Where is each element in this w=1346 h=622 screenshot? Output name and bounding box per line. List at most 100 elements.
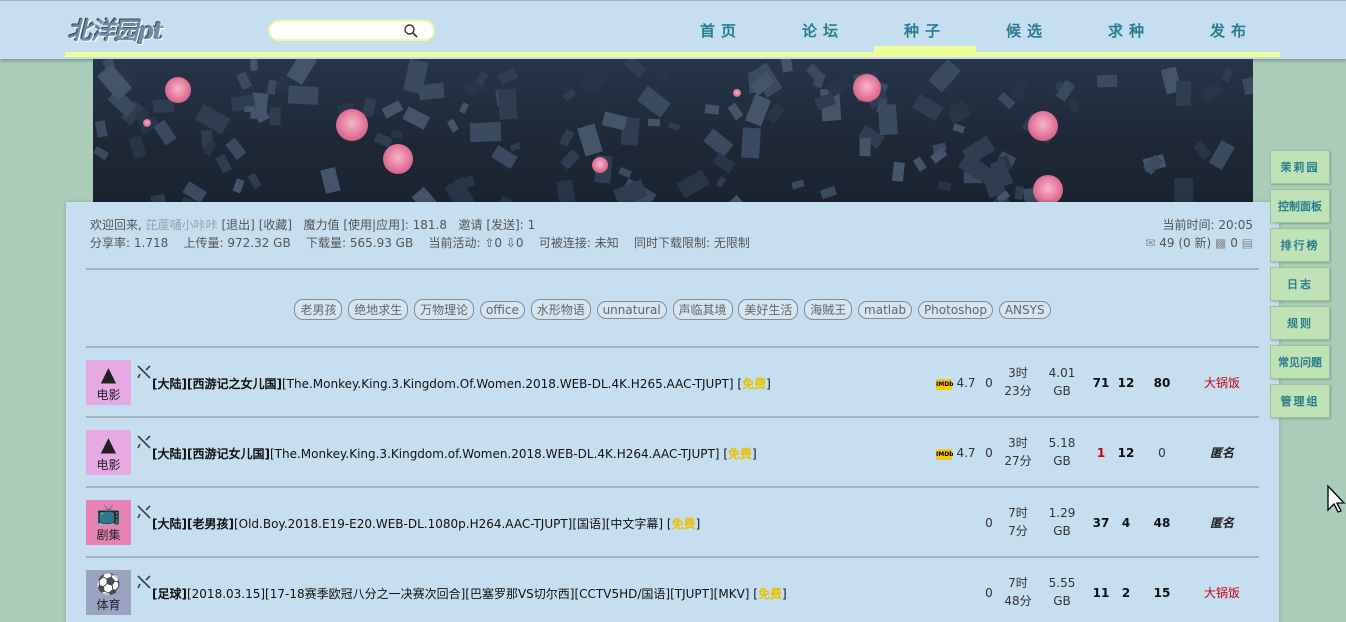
tag[interactable]: ANSYS	[998, 301, 1051, 319]
uploader-name[interactable]: 大锅饭	[1192, 374, 1252, 392]
download-icon[interactable]	[136, 364, 152, 380]
nav-candidates[interactable]: 候选	[976, 21, 1078, 41]
imdb-icon[interactable]: IMDb	[936, 379, 953, 390]
torrent-title[interactable]: [足球][2018.03.15][17-18赛季欧冠八分之一决赛次回合][巴塞罗…	[152, 585, 787, 602]
mouse-cursor-icon	[1327, 484, 1346, 513]
banner-leaf	[247, 173, 262, 190]
seeders-count[interactable]: 1	[1088, 444, 1114, 462]
comments-count[interactable]: 0	[982, 514, 996, 532]
mail-icon[interactable]: ✉	[1145, 236, 1155, 250]
leechers-count[interactable]: 12	[1116, 444, 1136, 462]
banner-leaf	[560, 149, 581, 170]
side-menu-ranking[interactable]: 排行榜	[1270, 228, 1330, 262]
banner-leaf	[636, 86, 671, 118]
banner-leaf	[937, 181, 952, 192]
search-input[interactable]	[268, 20, 435, 41]
banner-leaf	[559, 128, 575, 147]
tag[interactable]: office	[479, 301, 525, 319]
hat-icon: ▲	[100, 432, 117, 456]
tag[interactable]: unnatural	[596, 301, 667, 319]
title-detail: [The.Monkey.King.3.Kingdom.of.Women.2018…	[269, 447, 720, 461]
friends-count[interactable]: 0	[1230, 236, 1238, 250]
tag[interactable]: Photoshop	[917, 301, 993, 319]
side-menu-rules[interactable]: 规则	[1270, 306, 1330, 340]
completed-count[interactable]: 48	[1144, 514, 1180, 532]
search-icon[interactable]	[403, 23, 419, 39]
friends-icon[interactable]: ▩	[1215, 236, 1226, 250]
download-icon[interactable]	[136, 574, 152, 590]
banner-leaf	[1192, 140, 1212, 160]
main-nav: 首页 论坛 种子 候选 求种 发布	[670, 21, 1282, 54]
nav-torrents[interactable]: 种子	[874, 21, 976, 54]
leechers-count[interactable]: 12	[1116, 374, 1136, 392]
side-menu-faq[interactable]: 常见问题	[1270, 345, 1330, 379]
seeders-count[interactable]: 71	[1088, 374, 1114, 392]
download-icon[interactable]	[136, 504, 152, 520]
category-badge[interactable]: ⚽ 体育	[86, 570, 131, 615]
soccer-ball-icon: ⚽	[96, 572, 121, 596]
table-row: ⚽ 体育 [足球][2018.03.15][17-18赛季欧冠八分之一决赛次回合…	[86, 558, 1259, 622]
logout-link[interactable]: [退出]	[222, 218, 255, 232]
nav-forum[interactable]: 论坛	[772, 21, 874, 41]
comments-count[interactable]: 0	[982, 584, 996, 602]
torrent-size: 1.29 GB	[1048, 506, 1076, 538]
banner-leaf	[727, 102, 744, 121]
tag[interactable]: 绝地求生	[348, 299, 409, 320]
banner-leaf	[509, 142, 522, 152]
title-region: [大陆]	[152, 377, 187, 391]
banner-leaf	[601, 111, 628, 131]
leechers-count[interactable]: 4	[1116, 514, 1136, 532]
banner-leaf	[94, 120, 108, 139]
comments-count[interactable]: 0	[982, 444, 996, 462]
completed-count[interactable]: 80	[1144, 374, 1180, 392]
side-menu-control-panel[interactable]: 控制面板	[1270, 189, 1330, 223]
imdb-icon[interactable]: IMDb	[936, 449, 953, 460]
banner-rose	[733, 89, 741, 97]
completed-count[interactable]: 15	[1144, 584, 1180, 602]
banner-rose	[853, 74, 881, 102]
category-badge[interactable]: ▲ 电影	[86, 430, 131, 475]
side-menu-staff[interactable]: 管理组	[1270, 384, 1330, 418]
torrent-title[interactable]: [大陆][西游记之女儿国][The.Monkey.King.3.Kingdom.…	[152, 375, 771, 392]
side-menu-jasmine[interactable]: 茉莉园	[1270, 150, 1330, 184]
tag[interactable]: 声临其境	[672, 299, 733, 320]
uploader-name[interactable]: 大锅饭	[1192, 584, 1252, 602]
tag[interactable]: 老男孩	[294, 299, 343, 320]
leechers-count[interactable]: 2	[1116, 584, 1136, 602]
messages-count[interactable]: 49 (0 新)	[1159, 236, 1211, 250]
seeders-count[interactable]: 11	[1088, 584, 1114, 602]
torrent-title[interactable]: [大陆][西游记女儿国][The.Monkey.King.3.Kingdom.o…	[152, 445, 757, 462]
header-accent-bar	[65, 52, 1280, 57]
tag[interactable]: matlab	[858, 301, 913, 319]
download-icon[interactable]	[136, 434, 152, 450]
nav-requests[interactable]: 求种	[1078, 21, 1180, 41]
tag[interactable]: 水形物语	[530, 299, 591, 320]
rss-icon[interactable]: ▤	[1242, 236, 1253, 250]
tag[interactable]: 海贼王	[804, 299, 853, 320]
bonus-use-link[interactable]: [使用|应用]:	[343, 218, 408, 232]
banner-leaf	[497, 88, 517, 120]
banner-leaf	[891, 161, 905, 182]
limit-value: 无限制	[713, 236, 750, 250]
side-menu-log[interactable]: 日志	[1270, 267, 1330, 301]
site-logo[interactable]: 北洋园pt	[68, 11, 164, 46]
main-panel: 欢迎回来, 芘蓙嗵小咔咔 [退出] [收藏] 魔力值 [使用|应用]: 181.…	[66, 202, 1279, 622]
nav-upload[interactable]: 发布	[1180, 21, 1282, 41]
bonus-label: 魔力值	[303, 218, 340, 232]
tag[interactable]: 万物理论	[414, 299, 475, 320]
comments-count[interactable]: 0	[982, 374, 996, 392]
favorites-link[interactable]: [收藏]	[259, 218, 292, 232]
invite-send-link[interactable]: [发送]:	[486, 218, 523, 232]
category-badge[interactable]: 📺 剧集	[86, 500, 131, 545]
seeders-count[interactable]: 37	[1088, 514, 1114, 532]
tag[interactable]: 美好生活	[738, 299, 799, 320]
banner-leaf	[911, 93, 944, 122]
username-link[interactable]: 芘蓙嗵小咔咔	[146, 218, 218, 232]
banner-leaf	[623, 59, 648, 78]
banner-leaf	[668, 121, 681, 132]
torrent-age: 7时 7分	[1008, 506, 1028, 538]
nav-home[interactable]: 首页	[670, 21, 772, 41]
torrent-title[interactable]: [大陆][老男孩][Old.Boy.2018.E19-E20.WEB-DL.10…	[152, 515, 700, 532]
completed-count[interactable]: 0	[1144, 444, 1180, 462]
category-badge[interactable]: ▲ 电影	[86, 360, 131, 405]
